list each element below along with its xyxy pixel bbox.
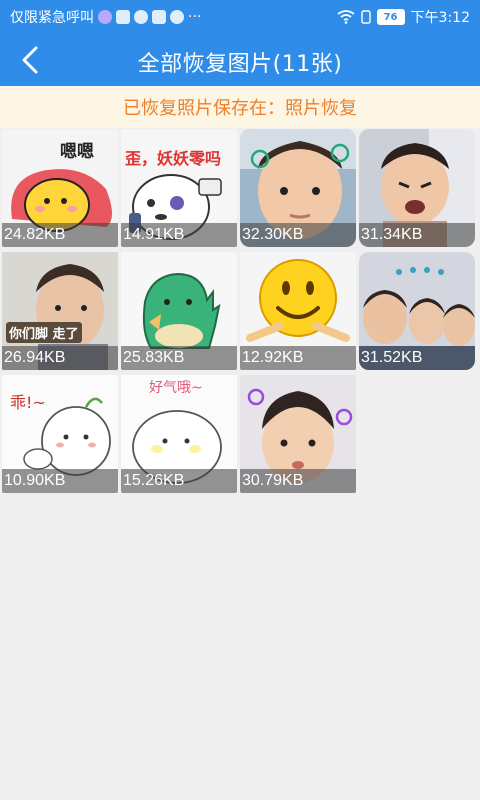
status-left: 仅限紧急呼叫 ···	[10, 7, 201, 27]
sticker-caption: 你们脚 走了	[6, 322, 82, 343]
photo-thumbnail[interactable]: 30.79KB	[240, 375, 356, 493]
file-size-label: 32.30KB	[240, 223, 356, 247]
file-size-label: 24.82KB	[2, 223, 118, 247]
app-header: 全部恢复图片(11张)	[0, 34, 480, 86]
wechat-icon	[134, 10, 148, 24]
sim-icon	[360, 10, 371, 24]
photo-thumbnail[interactable]: 乖!~ 10.90KB	[2, 375, 118, 493]
photo-grid: 嗯嗯 24.82KB 歪，妖妖零吗 14.91KB 32.30KB 31.34K…	[2, 129, 478, 493]
file-size-label: 25.83KB	[121, 346, 237, 370]
file-size-label: 14.91KB	[121, 223, 237, 247]
sticker-caption: 嗯嗯	[60, 142, 94, 162]
photo-thumbnail[interactable]: 31.52KB	[359, 252, 475, 370]
clock: 下午3:12	[410, 10, 470, 26]
status-bar: 仅限紧急呼叫 ··· 76 下午3:12	[0, 0, 480, 34]
wifi-icon	[337, 10, 355, 24]
photo-thumbnail[interactable]: 12.92KB	[240, 252, 356, 370]
sticker-caption: 乖!~	[10, 393, 46, 412]
sticker-caption: 好气哦~	[149, 380, 203, 396]
photo-thumbnail[interactable]: 好气哦~ 15.26KB	[121, 375, 237, 493]
mail-icon	[116, 10, 130, 24]
photo-thumbnail[interactable]: 32.30KB	[240, 129, 356, 247]
photo-thumbnail[interactable]: 31.34KB	[359, 129, 475, 247]
file-size-label: 15.26KB	[121, 469, 237, 493]
battery-icon: 76	[376, 9, 405, 25]
app-notification-icon	[98, 10, 112, 24]
sticker-caption: 歪，妖妖零吗	[125, 149, 222, 168]
carrier-text: 仅限紧急呼叫	[10, 10, 94, 26]
save-location-text: 已恢复照片保存在：照片恢复	[123, 98, 357, 119]
photo-thumbnail[interactable]: 25.83KB	[121, 252, 237, 370]
app-b-icon	[170, 10, 184, 24]
file-size-label: 12.92KB	[240, 346, 356, 370]
file-size-label: 30.79KB	[240, 469, 356, 493]
photo-thumbnail[interactable]: 嗯嗯 24.82KB	[2, 129, 118, 247]
status-right: 76 下午3:12	[337, 7, 470, 27]
photo-thumbnail[interactable]: 你们脚 走了 26.94KB	[2, 252, 118, 370]
file-size-label: 10.90KB	[2, 469, 118, 493]
photo-thumbnail[interactable]: 歪，妖妖零吗 14.91KB	[121, 129, 237, 247]
file-size-label: 31.34KB	[359, 223, 475, 247]
file-size-label: 31.52KB	[359, 346, 475, 370]
page-title: 全部恢复图片(11张)	[137, 52, 343, 77]
save-location-banner: 已恢复照片保存在：照片恢复	[0, 86, 480, 128]
more-notifications: ···	[188, 9, 202, 25]
app-a-icon	[152, 10, 166, 24]
file-size-label: 26.94KB	[2, 346, 118, 370]
